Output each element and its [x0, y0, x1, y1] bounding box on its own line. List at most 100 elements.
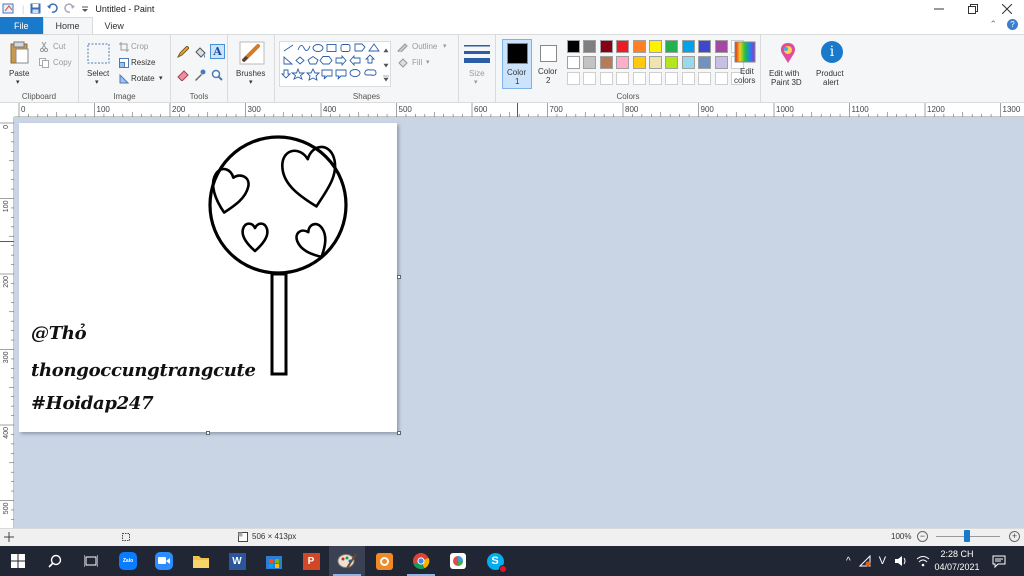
color2-button[interactable]: Color 2	[534, 39, 564, 89]
palette-swatch[interactable]	[632, 40, 646, 53]
undo-icon[interactable]	[47, 3, 59, 14]
taskbar-file-explorer[interactable]	[183, 546, 219, 576]
taskbar-photos[interactable]	[440, 546, 476, 576]
palette-swatch[interactable]	[599, 40, 613, 53]
palette-swatch[interactable]	[616, 56, 630, 69]
zoom-out-button[interactable]: −	[917, 531, 928, 542]
pencil-icon[interactable]	[177, 46, 189, 58]
size-button[interactable]: Size ▾	[461, 41, 493, 91]
drawing-canvas[interactable]: @Thỏ thongoccungtrangcute #Hoidap247	[19, 123, 397, 432]
palette-swatch[interactable]	[665, 56, 679, 69]
start-button[interactable]	[0, 546, 36, 576]
collapse-ribbon-icon[interactable]: ⌃	[989, 19, 997, 30]
fill-bucket-icon[interactable]	[194, 46, 206, 58]
cut-button[interactable]: Cut	[38, 41, 76, 53]
resize-button[interactable]: Resize	[119, 57, 165, 69]
search-button[interactable]	[37, 546, 73, 576]
palette-swatch[interactable]	[632, 72, 646, 85]
action-center-button[interactable]	[984, 546, 1014, 576]
palette-swatch[interactable]	[583, 40, 597, 53]
lollipop-drawing	[208, 135, 348, 376]
palette-swatch[interactable]	[583, 72, 597, 85]
palette-swatch[interactable]	[698, 40, 712, 53]
eraser-icon[interactable]	[177, 69, 189, 81]
wifi-icon[interactable]	[916, 555, 930, 567]
taskbar-skype[interactable]: S	[477, 546, 513, 576]
product-alert-button[interactable]: i Product alert	[814, 39, 852, 91]
brushes-button[interactable]: Brushes ▾	[232, 41, 272, 91]
palette-swatch[interactable]	[665, 72, 679, 85]
palette-swatch[interactable]	[567, 56, 580, 69]
palette-swatch[interactable]	[698, 56, 712, 69]
palette-swatch[interactable]	[681, 40, 695, 53]
magnifier-icon[interactable]	[211, 69, 223, 81]
palette-swatch[interactable]	[616, 40, 630, 53]
palette-swatch[interactable]	[567, 72, 580, 85]
close-button[interactable]	[990, 0, 1024, 17]
palette-swatch[interactable]	[599, 72, 613, 85]
paint-app-icon[interactable]	[2, 3, 16, 15]
zoom-slider[interactable]	[936, 530, 1000, 542]
palette-swatch[interactable]	[649, 72, 662, 85]
palette-swatch[interactable]	[616, 72, 630, 85]
zoom-in-button[interactable]: +	[1009, 531, 1020, 542]
redo-icon[interactable]	[64, 3, 76, 14]
palette-swatch[interactable]	[632, 56, 646, 69]
edit-colors-button[interactable]: Edit colors	[730, 39, 760, 89]
tab-view[interactable]: View	[93, 17, 136, 34]
palette-swatch[interactable]	[698, 72, 712, 85]
zoom-slider-thumb[interactable]	[964, 530, 970, 542]
palette-swatch[interactable]	[714, 72, 728, 85]
ruler-label: 1300	[1003, 105, 1021, 114]
color2-number: 2	[546, 76, 551, 85]
tools-group-label: Tools	[189, 92, 209, 101]
rotate-button[interactable]: Rotate ▾	[119, 73, 167, 85]
resize-handle-right[interactable]	[397, 275, 401, 279]
minimize-button[interactable]	[922, 0, 956, 17]
palette-swatch[interactable]	[714, 56, 728, 69]
taskbar-zalo[interactable]: Zalo	[110, 546, 146, 576]
shapes-gallery[interactable]	[279, 41, 391, 87]
select-button[interactable]: Select ▾	[85, 43, 113, 89]
save-icon[interactable]	[30, 3, 41, 14]
resize-handle-corner[interactable]	[397, 431, 401, 435]
edit-with-paint3d-button[interactable]: Edit with Paint 3D	[766, 39, 810, 91]
restore-button[interactable]	[956, 0, 990, 17]
palette-swatch[interactable]	[583, 56, 597, 69]
taskbar-chrome[interactable]	[403, 546, 439, 576]
outline-button[interactable]: Outline ▾	[397, 41, 453, 53]
tab-file[interactable]: File	[0, 17, 43, 34]
taskbar-paint[interactable]	[329, 546, 365, 576]
taskbar-sublime[interactable]	[366, 546, 402, 576]
customize-qat-icon[interactable]	[81, 5, 89, 13]
paint-taskbar-icon	[337, 553, 357, 569]
resize-handle-bottom[interactable]	[206, 431, 210, 435]
text-tool-button[interactable]: A	[210, 44, 225, 59]
palette-swatch[interactable]	[649, 56, 662, 69]
help-icon[interactable]: ?	[1007, 19, 1018, 30]
color1-button[interactable]: Color 1	[502, 39, 532, 89]
palette-swatch[interactable]	[665, 40, 679, 53]
palette-swatch[interactable]	[649, 40, 662, 53]
tab-home[interactable]: Home	[42, 17, 93, 34]
color-picker-icon[interactable]	[194, 69, 206, 81]
palette-swatch[interactable]	[714, 40, 728, 53]
task-view-button[interactable]	[73, 546, 109, 576]
taskbar-store[interactable]	[256, 546, 292, 576]
paste-button[interactable]: Paste ▾	[6, 41, 34, 89]
network-warning-icon[interactable]	[858, 555, 871, 567]
palette-swatch[interactable]	[681, 56, 695, 69]
input-language[interactable]: V	[879, 555, 886, 567]
volume-icon[interactable]	[894, 555, 908, 567]
palette-swatch[interactable]	[567, 40, 580, 53]
fill-button[interactable]: Fill ▾	[397, 57, 453, 69]
palette-swatch[interactable]	[681, 72, 695, 85]
taskbar-zoom[interactable]	[146, 546, 182, 576]
copy-button[interactable]: Copy	[38, 57, 76, 69]
palette-swatch[interactable]	[599, 56, 613, 69]
show-hidden-icons[interactable]: ^	[846, 556, 851, 567]
taskbar-word[interactable]: W	[219, 546, 255, 576]
taskbar-powerpoint[interactable]: P	[293, 546, 329, 576]
clock[interactable]: 2:28 CH 04/07/2021	[930, 548, 984, 574]
crop-button[interactable]: Crop	[119, 41, 165, 53]
